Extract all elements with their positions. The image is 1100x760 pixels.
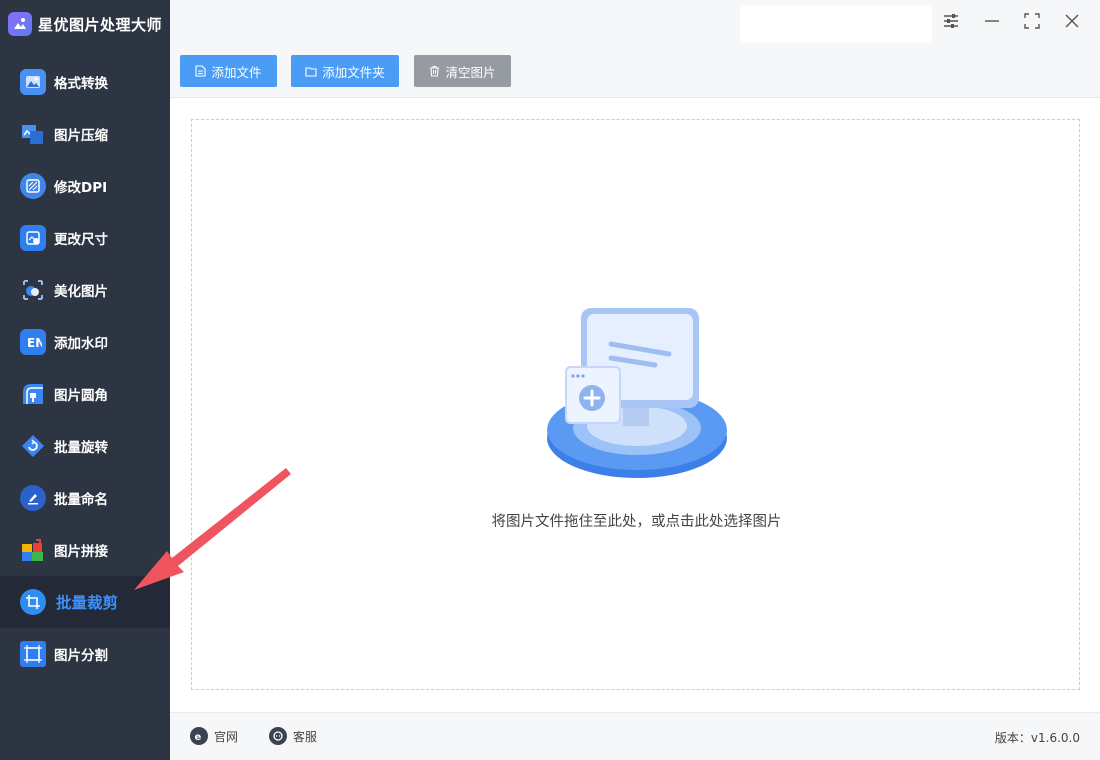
maximize-icon: [1023, 12, 1041, 34]
sidebar-item-label: 添加水印: [54, 336, 108, 352]
add-file-label: 添加文件: [211, 64, 262, 80]
sidebar-item-label: 图片压缩: [54, 128, 108, 144]
support-link[interactable]: 客服: [269, 727, 317, 745]
app-title-bar: 星优图片处理大师: [0, 0, 170, 48]
crop-icon: [20, 589, 46, 615]
sidebar-item-format-convert[interactable]: 格式转换: [0, 56, 170, 108]
sidebar-item-split[interactable]: 图片分割: [0, 628, 170, 680]
version-text: 版本：v1.6.0.0: [994, 731, 1080, 745]
sidebar-item-label: 格式转换: [54, 76, 108, 92]
trash-icon: [429, 65, 440, 77]
sidebar-item-label: 图片圆角: [54, 388, 108, 404]
close-button[interactable]: [1059, 10, 1085, 36]
sidebar-item-watermark[interactable]: EN 添加水印: [0, 316, 170, 368]
watermark-icon: EN: [20, 329, 46, 355]
sidebar-item-label: 批量旋转: [54, 440, 108, 456]
svg-text:EN: EN: [27, 336, 42, 350]
svg-text:e: e: [195, 732, 202, 742]
title-bar: [170, 0, 1100, 48]
settings-button[interactable]: [938, 10, 964, 36]
browser-e-icon: e: [190, 727, 208, 745]
footer: e 官网 客服 版本：v1.6.0.0: [170, 712, 1100, 760]
sidebar-item-stitch[interactable]: 图片拼接: [0, 524, 170, 576]
sidebar-item-label: 批量命名: [54, 492, 108, 508]
close-icon: [1063, 12, 1081, 34]
sidebar-item-rotate[interactable]: 批量旋转: [0, 420, 170, 472]
minimize-button[interactable]: [979, 10, 1005, 36]
sidebar-item-image-compress[interactable]: 图片压缩: [0, 108, 170, 160]
sidebar-item-label: 批量裁剪: [56, 594, 119, 612]
folder-icon: [305, 66, 317, 77]
sidebar-item-beautify[interactable]: 美化图片: [0, 264, 170, 316]
dpi-icon: [20, 173, 46, 199]
sidebar-item-round-corner[interactable]: 图片圆角: [0, 368, 170, 420]
image-compress-icon: [20, 121, 46, 147]
main-content: 将图片文件拖住至此处，或点击此处选择图片: [170, 98, 1100, 712]
file-icon: [195, 65, 207, 77]
format-convert-icon: [20, 69, 46, 95]
resize-icon: [20, 225, 46, 251]
search-input[interactable]: [740, 5, 932, 43]
split-icon: [20, 641, 46, 667]
sidebar-item-label: 图片拼接: [54, 544, 108, 560]
beautify-icon: [20, 277, 46, 303]
app-name: 星优图片处理大师: [38, 15, 163, 34]
add-folder-label: 添加文件夹: [322, 64, 385, 80]
sidebar-item-label: 修改DPI: [54, 180, 108, 196]
support-label: 客服: [293, 729, 318, 744]
drop-zone-hint: 将图片文件拖住至此处，或点击此处选择图片: [491, 514, 782, 530]
sidebar-item-crop[interactable]: 批量裁剪: [0, 576, 170, 628]
clear-images-button[interactable]: 清空图片: [414, 55, 511, 87]
sidebar-item-label: 图片分割: [54, 648, 108, 664]
sidebar-item-rename[interactable]: 批量命名: [0, 472, 170, 524]
add-folder-button[interactable]: 添加文件夹: [291, 55, 399, 87]
settings-sliders-icon: [942, 12, 960, 34]
chat-bubble-icon: [269, 727, 287, 745]
rename-icon: [20, 485, 46, 511]
website-link[interactable]: e 官网: [190, 727, 238, 745]
stitch-icon: [20, 537, 46, 563]
maximize-button[interactable]: [1019, 10, 1045, 36]
sidebar-item-label: 美化图片: [54, 284, 108, 300]
sidebar-item-resize[interactable]: 更改尺寸: [0, 212, 170, 264]
round-corner-icon: [20, 381, 46, 407]
sidebar-nav: 格式转换 图片压缩 修改DPI 更改尺寸 美化图片 EN 添加水印 图片圆角 批…: [0, 56, 170, 680]
add-file-button[interactable]: 添加文件: [180, 55, 277, 87]
sidebar: 星优图片处理大师 格式转换 图片压缩 修改DPI 更改尺寸 美化图片 EN 添加…: [0, 0, 170, 760]
rotate-icon: [20, 433, 46, 459]
sidebar-item-label: 更改尺寸: [54, 232, 108, 248]
toolbar: 添加文件 添加文件夹 清空图片: [170, 48, 1100, 98]
sidebar-item-dpi[interactable]: 修改DPI: [0, 160, 170, 212]
clear-images-label: 清空图片: [445, 64, 496, 80]
minimize-icon: [983, 12, 1001, 34]
monitor-add-illustration-icon: [547, 308, 727, 478]
image-drop-zone[interactable]: 将图片文件拖住至此处，或点击此处选择图片: [191, 119, 1080, 690]
website-label: 官网: [214, 729, 239, 744]
app-logo-icon: [8, 12, 32, 36]
